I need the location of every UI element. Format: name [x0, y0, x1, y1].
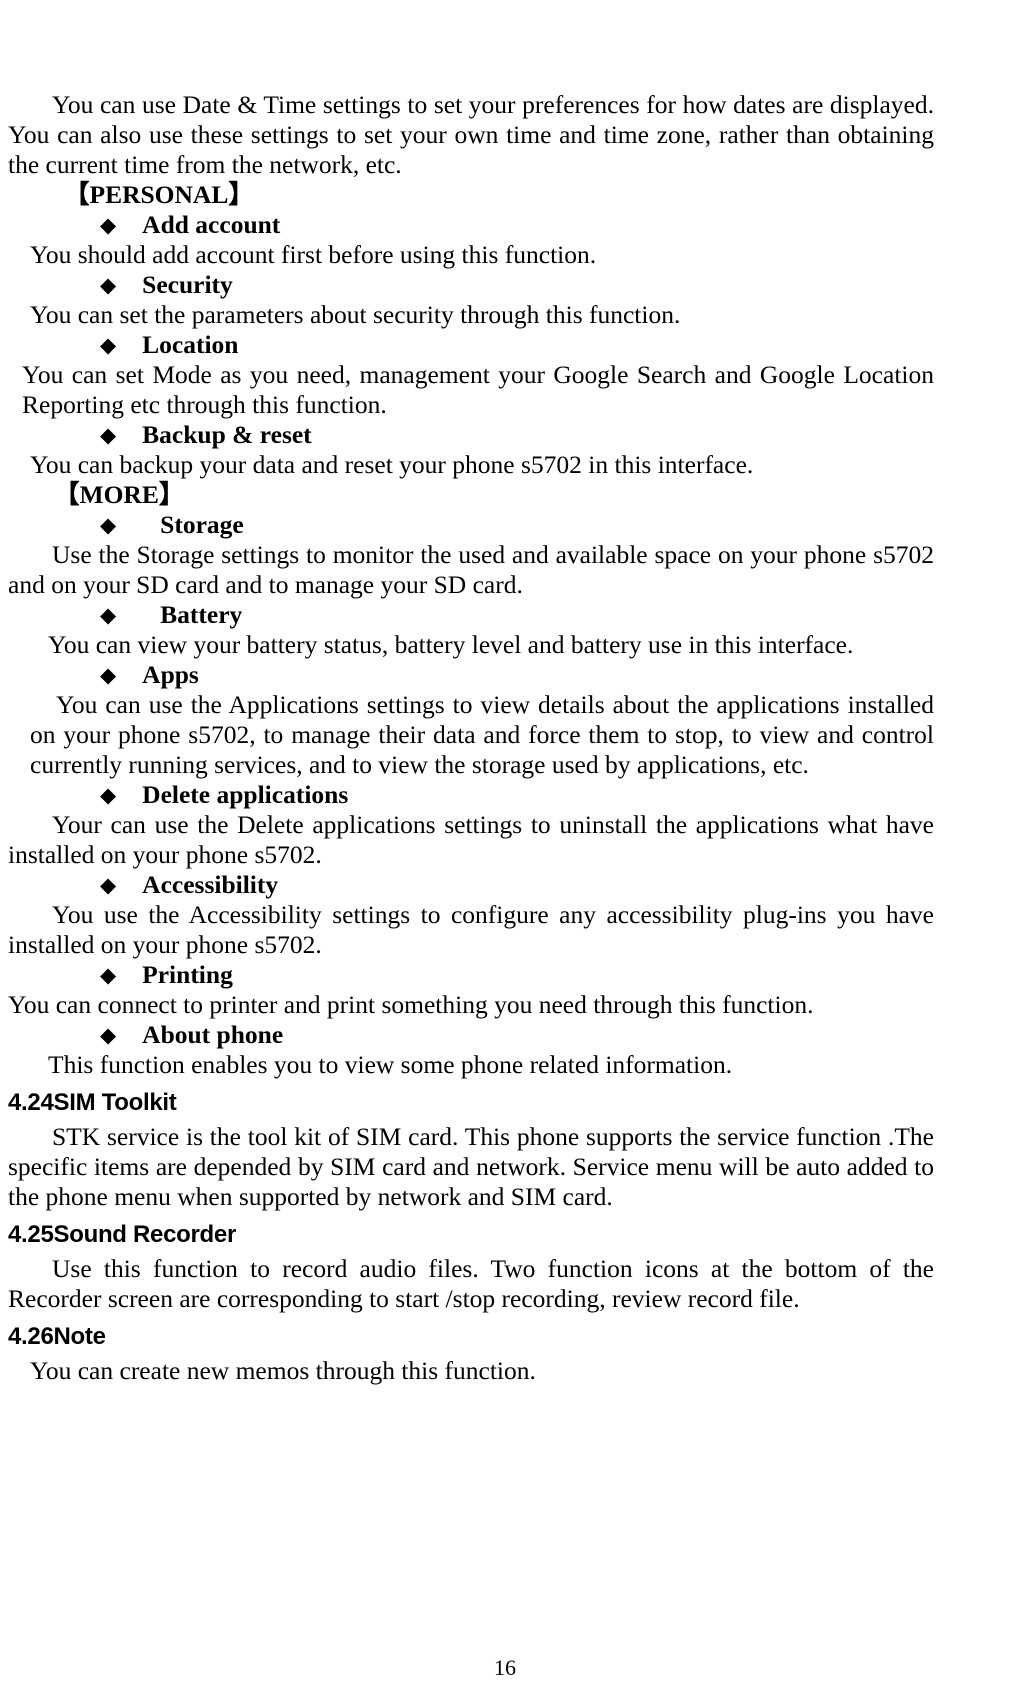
bullet-item-storage: ◆ Storage: [8, 510, 934, 540]
diamond-bullet-icon: ◆: [100, 873, 117, 897]
text-note: You can create new memos through this fu…: [30, 1356, 536, 1385]
bullet-item-accessibility: ◆ Accessibility: [8, 870, 934, 900]
group-label-more: 【MORE】: [54, 480, 185, 509]
bullet-label-backup-reset: Backup & reset: [142, 420, 312, 449]
section-heading-note: 4.26Note: [8, 1323, 106, 1350]
bullet-label-security: Security: [142, 270, 233, 299]
text-location: You can set Mode as you need, management…: [22, 360, 934, 419]
bullet-label-delete-applications: Delete applications: [142, 780, 349, 809]
diamond-bullet-icon: ◆: [100, 513, 117, 537]
text-accessibility: You use the Accessibility settings to co…: [8, 900, 934, 959]
bullet-label-accessibility: Accessibility: [142, 870, 279, 899]
bullet-label-apps: Apps: [142, 660, 199, 689]
diamond-bullet-icon: ◆: [100, 333, 117, 357]
diamond-bullet-icon: ◆: [100, 663, 117, 687]
text-sim-toolkit: STK service is the tool kit of SIM card.…: [8, 1122, 934, 1211]
text-sound-recorder: Use this function to record audio files.…: [8, 1254, 934, 1313]
diamond-bullet-icon: ◆: [100, 273, 117, 297]
section-heading-sound-recorder: 4.25Sound Recorder: [8, 1221, 237, 1248]
bullet-label-printing: Printing: [142, 960, 233, 989]
bullet-item-apps: ◆ Apps: [8, 660, 934, 690]
page-number: 16: [494, 1655, 516, 1680]
page-content: You can use Date & Time settings to set …: [8, 90, 934, 1386]
text-security: You can set the parameters about securit…: [30, 300, 681, 329]
bullet-item-backup-reset: ◆ Backup & reset: [8, 420, 934, 450]
bullet-item-printing: ◆ Printing: [8, 960, 934, 990]
diamond-bullet-icon: ◆: [100, 783, 117, 807]
text-delete-applications: Your can use the Delete applications set…: [8, 810, 934, 869]
manual-page: You can use Date & Time settings to set …: [0, 0, 1010, 1702]
bullet-label-location: Location: [142, 330, 239, 359]
text-storage: Use the Storage settings to monitor the …: [8, 540, 934, 599]
text-about-phone: This function enables you to view some p…: [48, 1050, 733, 1079]
bullet-item-location: ◆ Location: [8, 330, 934, 360]
diamond-bullet-icon: ◆: [100, 603, 117, 627]
bullet-label-battery: Battery: [160, 600, 243, 629]
diamond-bullet-icon: ◆: [100, 963, 117, 987]
text-add-account: You should add account first before usin…: [30, 240, 597, 269]
bullet-item-about-phone: ◆ About phone: [8, 1020, 934, 1050]
diamond-bullet-icon: ◆: [100, 1023, 117, 1047]
bullet-label-add-account: Add account: [142, 210, 281, 239]
intro-paragraph: You can use Date & Time settings to set …: [8, 90, 934, 179]
bullet-item-add-account: ◆ Add account: [8, 210, 934, 240]
text-printing: You can connect to printer and print som…: [8, 990, 814, 1019]
diamond-bullet-icon: ◆: [100, 423, 117, 447]
text-apps: You can use the Applications settings to…: [30, 690, 934, 779]
bullet-label-storage: Storage: [160, 510, 244, 539]
bullet-item-security: ◆ Security: [8, 270, 934, 300]
group-label-personal: 【PERSONAL】: [64, 180, 254, 209]
bullet-item-battery: ◆ Battery: [8, 600, 934, 630]
bullet-item-delete-applications: ◆ Delete applications: [8, 780, 934, 810]
text-battery: You can view your battery status, batter…: [48, 630, 854, 659]
bullet-label-about-phone: About phone: [142, 1020, 284, 1049]
text-backup-reset: You can backup your data and reset your …: [30, 450, 754, 479]
diamond-bullet-icon: ◆: [100, 213, 117, 237]
section-heading-sim-toolkit: 4.24SIM Toolkit: [8, 1089, 177, 1116]
